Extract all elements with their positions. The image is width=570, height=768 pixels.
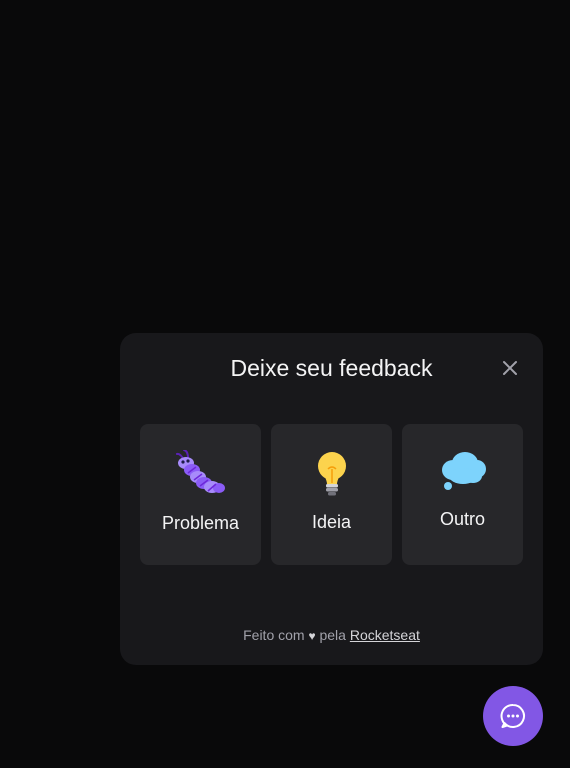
- option-ideia[interactable]: Ideia: [271, 424, 392, 565]
- option-label: Outro: [439, 509, 486, 529]
- rocketseat-link[interactable]: Rocketseat: [350, 627, 420, 643]
- option-label: Problema: [161, 513, 240, 533]
- feedback-widget: Deixe seu feedback Problema Ideia Outro …: [120, 333, 543, 665]
- widget-title: Deixe seu feedback: [230, 355, 433, 381]
- page: Deixe seu feedback Problema Ideia Outro …: [0, 0, 570, 768]
- chat-icon: [500, 703, 525, 728]
- bug-icon: [175, 450, 225, 493]
- feedback-toggle-button[interactable]: [483, 686, 543, 746]
- footer-middle: pela: [319, 627, 346, 643]
- close-icon: [503, 361, 517, 375]
- option-label: Ideia: [311, 512, 352, 532]
- thought-cloud-icon: [441, 452, 486, 490]
- footer: Feito com ♥ pela Rocketseat: [120, 626, 543, 645]
- heart-icon: ♥: [308, 629, 316, 643]
- option-problema[interactable]: Problema: [140, 424, 261, 565]
- feedback-type-options: Problema Ideia Outro: [140, 424, 523, 565]
- footer-prefix: Feito com: [243, 627, 305, 643]
- lightbulb-icon: [317, 452, 346, 496]
- close-button[interactable]: [499, 357, 521, 379]
- option-outro[interactable]: Outro: [402, 424, 523, 565]
